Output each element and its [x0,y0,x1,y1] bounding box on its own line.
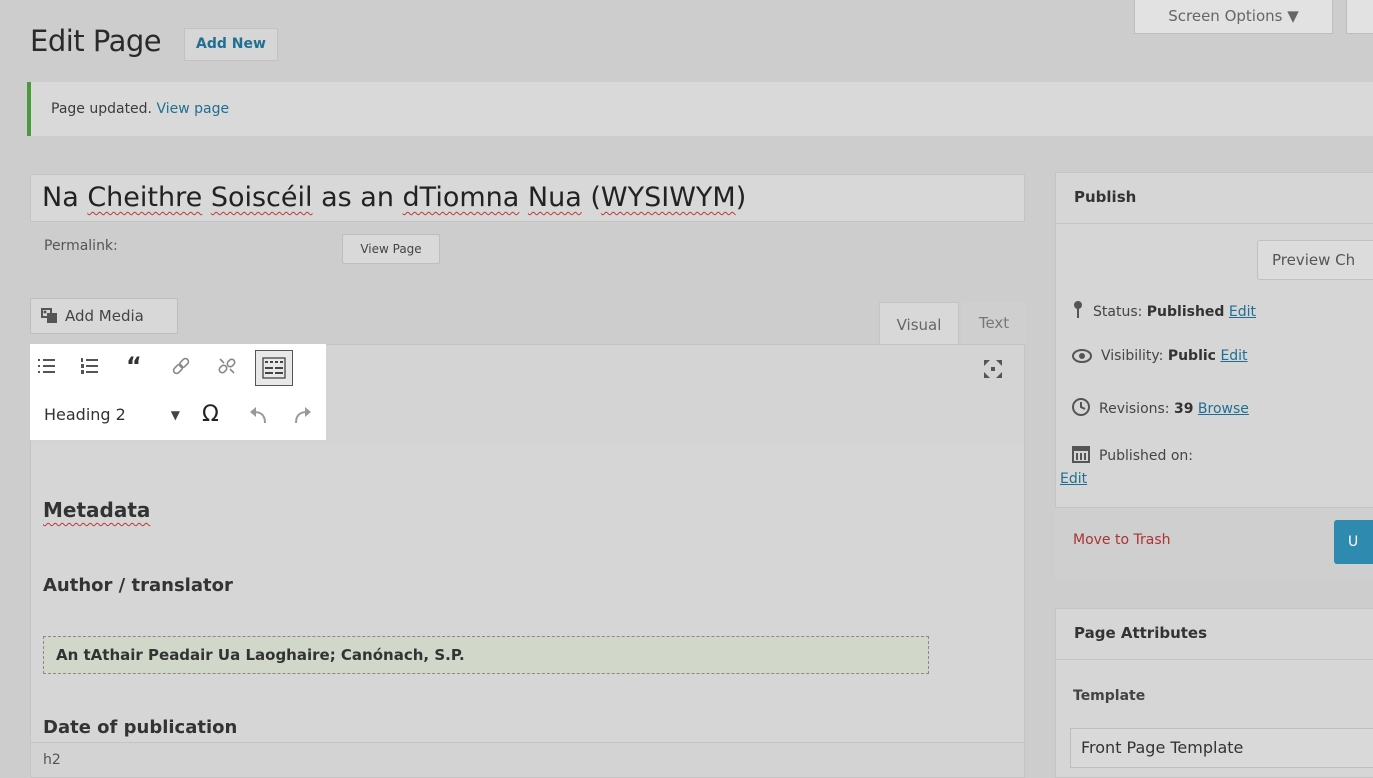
title-part: Soiscéil [210,182,313,213]
permalink-label: Permalink: [44,238,118,254]
title-part: WYSIWYM [600,182,736,213]
notice-text: Page updated. [51,101,153,117]
title-part: ) [735,182,747,213]
status-value: Published [1146,304,1225,320]
page-title: Edit Page [30,24,162,58]
title-part: Na [42,182,88,213]
template-label: Template [1073,688,1146,704]
visibility-edit-link[interactable]: Edit [1220,348,1247,364]
eye-icon [1072,349,1092,363]
update-button[interactable]: U [1334,520,1373,564]
view-page-button[interactable]: View Page [342,234,440,264]
status-label: Status: [1093,304,1143,320]
format-select-value: Heading 2 [44,405,126,424]
template-select[interactable]: Front Page Template [1070,728,1373,768]
content-heading-metadata: Metadata [43,498,151,522]
title-part: as an [312,182,403,213]
post-title-input[interactable]: Na Cheithre Soiscéil as an dTiomna Nua (… [30,174,1025,222]
visibility-value: Public [1167,348,1216,364]
redo-icon[interactable] [290,403,314,427]
visibility-row: Visibility: Public Edit [1071,348,1248,364]
remove-link-icon[interactable] [216,355,238,377]
author-value-block: An tAthair Peadair Ua Laoghaire; Canónac… [43,636,929,674]
pin-icon [1074,301,1082,318]
fullscreen-icon[interactable] [983,359,1003,379]
content-heading-author: Author / translator [43,575,233,596]
revisions-label: Revisions: [1099,401,1170,417]
calendar-icon [1072,446,1090,463]
page-attributes-title[interactable]: Page Attributes [1055,608,1373,660]
published-on-row: Published on: [1071,444,1193,464]
toolbar-toggle-icon [262,357,286,379]
status-edit-link[interactable]: Edit [1229,304,1256,320]
tab-text[interactable]: Text [962,302,1026,344]
chevron-down-icon: ▼ [170,408,180,422]
preview-changes-button[interactable]: Preview Ch [1257,240,1373,280]
revisions-browse-link[interactable]: Browse [1198,401,1249,417]
help-tab[interactable] [1346,0,1373,34]
numbered-list-icon[interactable] [80,356,100,376]
title-part: ( [581,182,601,213]
title-part [202,182,211,213]
media-icon [41,308,57,323]
special-character-button[interactable]: Ω [202,398,219,432]
tab-visual[interactable]: Visual [879,302,959,347]
status-row: Status: Published Edit [1071,300,1256,320]
screen-options-button[interactable]: Screen Options ▼ [1134,0,1333,34]
blockquote-icon[interactable]: “ [126,352,142,380]
add-new-button[interactable]: Add New [184,28,278,61]
title-part [519,182,528,213]
add-media-label: Add Media [65,307,144,325]
publish-box-title[interactable]: Publish [1055,172,1373,224]
toolbar-toggle-button[interactable] [255,350,293,386]
insert-link-icon[interactable] [170,355,192,377]
title-part: dTiomna [402,182,520,213]
title-part: Nua [527,182,582,213]
add-media-button[interactable]: Add Media [30,298,178,334]
revisions-value: 39 [1173,401,1194,417]
revisions-row: Revisions: 39 Browse [1071,397,1249,417]
move-to-trash-link[interactable]: Move to Trash [1073,532,1171,548]
visibility-label: Visibility: [1101,348,1164,364]
bullet-list-icon[interactable] [37,356,57,376]
history-icon [1072,398,1090,416]
view-page-link[interactable]: View page [156,101,229,117]
published-on-edit-link[interactable]: Edit [1060,471,1087,487]
title-part: Cheithre [87,182,203,213]
update-notice: Page updated. View page [27,82,1373,136]
editor-path-status: h2 [30,742,1025,778]
published-on-label: Published on: [1099,448,1194,464]
undo-icon[interactable] [247,403,271,427]
content-heading-date: Date of publication [43,717,238,738]
format-select[interactable]: Heading 2 ▼ [38,398,188,432]
